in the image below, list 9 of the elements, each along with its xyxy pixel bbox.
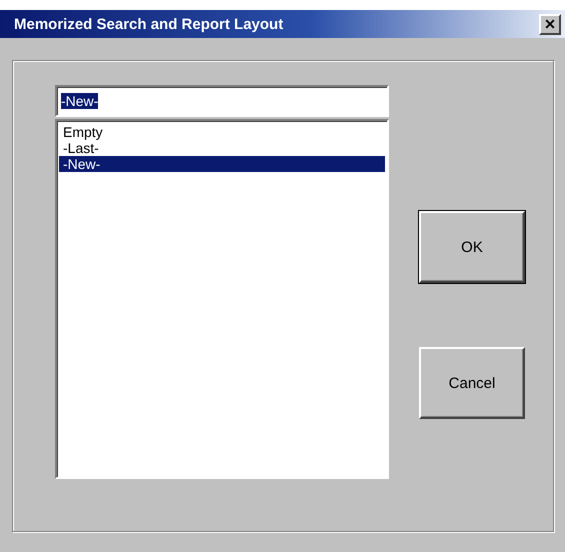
close-button[interactable]: × <box>539 14 561 34</box>
list-item[interactable]: Empty <box>59 124 385 140</box>
window-title: Memorized Search and Report Layout <box>14 16 284 32</box>
list-item[interactable]: -Last- <box>59 140 385 156</box>
ok-button[interactable]: OK <box>419 211 525 283</box>
field-value: -New- <box>61 93 98 109</box>
cancel-button[interactable]: Cancel <box>419 347 525 419</box>
name-field[interactable]: -New- <box>55 85 389 117</box>
list-item[interactable]: -New- <box>59 156 385 172</box>
